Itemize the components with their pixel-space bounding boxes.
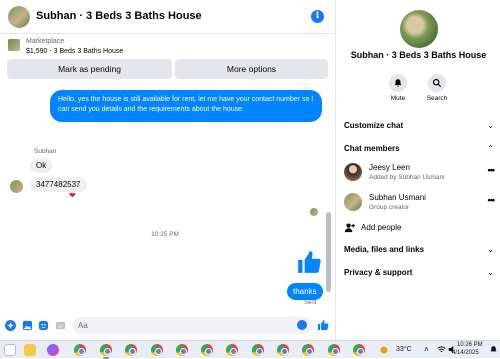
media-files-section[interactable]: Media, files and links ⌄ bbox=[344, 245, 494, 254]
svg-text:GIF: GIF bbox=[57, 323, 64, 328]
chat-members-section[interactable]: Chat members ⌃ bbox=[344, 144, 494, 153]
chrome-icon[interactable] bbox=[252, 344, 264, 356]
section-label: Media, files and links bbox=[344, 245, 425, 254]
section-label: Chat members bbox=[344, 144, 400, 153]
heart-reaction-icon[interactable]: ❤ bbox=[69, 191, 76, 200]
chevron-up-icon: ⌃ bbox=[487, 144, 494, 153]
section-label: Privacy & support bbox=[344, 268, 413, 277]
sender-name: Subhan bbox=[34, 148, 57, 155]
incoming-message[interactable]: Ok bbox=[30, 158, 53, 173]
member-name: Subhan Usmani bbox=[369, 193, 426, 202]
chrome-icon[interactable] bbox=[277, 344, 289, 356]
clock-date[interactable]: 4/14/2025 bbox=[452, 350, 479, 356]
message-timestamp: 10:25 PM bbox=[151, 231, 179, 238]
marketplace-label: Marketplace bbox=[26, 38, 65, 45]
chevron-down-icon: ⌄ bbox=[487, 121, 494, 130]
chevron-up-icon[interactable]: ˄ bbox=[424, 345, 429, 354]
message-composer: GIF Aa bbox=[0, 314, 334, 338]
member-item[interactable]: Jeesy Leen Added by Subhan Usmani ••• bbox=[344, 161, 496, 185]
privacy-support-section[interactable]: Privacy & support ⌄ bbox=[344, 268, 494, 277]
add-person-icon bbox=[344, 223, 355, 233]
member-avatar bbox=[344, 193, 362, 211]
more-options-button[interactable]: More options bbox=[175, 59, 328, 79]
clock-time[interactable]: 10:26 PM bbox=[457, 342, 483, 348]
chat-pane: Subhan · 3 Beds 3 Baths House i Marketpl… bbox=[0, 0, 334, 340]
info-icon[interactable]: i bbox=[311, 10, 324, 23]
customize-chat-section[interactable]: Customize chat ⌄ bbox=[344, 121, 494, 130]
chrome-icon[interactable] bbox=[226, 344, 238, 356]
chat-scrollbar[interactable] bbox=[326, 92, 331, 297]
message-status: Sent bbox=[304, 300, 317, 306]
search-icon bbox=[432, 78, 442, 88]
windows-taskbar: 33°C ˄ 10:26 PM 4/14/2025 bbox=[0, 340, 500, 359]
weather-icon[interactable] bbox=[378, 344, 390, 356]
chrome-icon[interactable] bbox=[74, 344, 86, 356]
section-label: Customize chat bbox=[344, 121, 404, 130]
chevron-down-icon: ⌄ bbox=[487, 245, 494, 254]
chrome-icon[interactable] bbox=[201, 344, 213, 356]
chrome-icon[interactable] bbox=[151, 344, 163, 356]
member-item[interactable]: Subhan Usmani Group creator ••• bbox=[344, 191, 496, 215]
file-explorer-icon[interactable] bbox=[24, 344, 36, 356]
member-role: Group creator bbox=[369, 204, 410, 211]
copilot-icon[interactable] bbox=[47, 344, 59, 356]
gif-icon[interactable]: GIF bbox=[55, 320, 66, 331]
member-avatar bbox=[344, 163, 362, 181]
plus-circle-icon[interactable] bbox=[5, 320, 16, 331]
chrome-icon[interactable] bbox=[125, 344, 137, 356]
chat-avatar[interactable] bbox=[8, 6, 30, 28]
incoming-message[interactable]: 3477482537 bbox=[30, 177, 87, 192]
photo-icon[interactable] bbox=[22, 320, 33, 331]
seen-avatar bbox=[310, 208, 318, 216]
chat-header: Subhan · 3 Beds 3 Baths House i bbox=[0, 0, 334, 34]
scrollbar-thumb[interactable] bbox=[326, 212, 331, 292]
wifi-icon[interactable] bbox=[437, 345, 446, 354]
chevron-down-icon: ⌄ bbox=[487, 268, 494, 277]
add-people-button[interactable]: Add people bbox=[344, 222, 494, 236]
message-list: Hello, yes the house is still available … bbox=[0, 84, 334, 312]
messenger-window: Subhan · 3 Beds 3 Baths House i Marketpl… bbox=[0, 0, 500, 340]
search-label: Search bbox=[426, 95, 448, 102]
chrome-icon[interactable] bbox=[100, 344, 112, 356]
thumbs-up-icon[interactable] bbox=[296, 249, 322, 275]
chrome-icon[interactable] bbox=[353, 344, 365, 356]
conversation-name: Subhan · 3 Beds 3 Baths House bbox=[350, 50, 487, 60]
listing-thumbnail[interactable] bbox=[8, 39, 20, 51]
search-button[interactable]: Search bbox=[417, 74, 457, 102]
weather-temp[interactable]: 33°C bbox=[396, 346, 412, 353]
bell-icon bbox=[394, 79, 402, 87]
emoji-icon[interactable] bbox=[297, 320, 307, 330]
listing-title[interactable]: $1,590 - 3 Beds 3 Baths House bbox=[26, 48, 123, 55]
outgoing-message[interactable]: thanks bbox=[287, 283, 323, 300]
more-icon[interactable]: ••• bbox=[488, 195, 496, 205]
chrome-icon[interactable] bbox=[302, 344, 314, 356]
add-people-label: Add people bbox=[361, 223, 402, 232]
mark-as-pending-button[interactable]: Mark as pending bbox=[7, 59, 172, 79]
message-input[interactable]: Aa bbox=[72, 317, 312, 334]
member-role: Added by Subhan Usmani bbox=[369, 174, 445, 181]
start-icon[interactable] bbox=[4, 344, 16, 356]
chrome-icon[interactable] bbox=[176, 344, 188, 356]
chat-title[interactable]: Subhan · 3 Beds 3 Baths House bbox=[36, 10, 202, 22]
member-name: Jeesy Leen bbox=[369, 163, 410, 172]
more-icon[interactable]: ••• bbox=[488, 165, 496, 175]
notification-bell-icon[interactable] bbox=[489, 345, 498, 354]
sticker-icon[interactable] bbox=[38, 320, 49, 331]
mute-button[interactable]: Mute bbox=[378, 74, 418, 102]
thumbs-up-icon[interactable] bbox=[317, 319, 329, 331]
conversation-avatar[interactable] bbox=[400, 10, 438, 48]
mute-label: Mute bbox=[390, 95, 406, 102]
conversation-details-panel: Subhan · 3 Beds 3 Baths House Mute Searc… bbox=[335, 0, 500, 340]
sender-avatar[interactable] bbox=[10, 180, 23, 193]
chrome-icon[interactable] bbox=[328, 344, 340, 356]
outgoing-message[interactable]: Hello, yes the house is still available … bbox=[50, 90, 322, 122]
marketplace-banner: Marketplace $1,590 - 3 Beds 3 Baths Hous… bbox=[0, 35, 334, 83]
